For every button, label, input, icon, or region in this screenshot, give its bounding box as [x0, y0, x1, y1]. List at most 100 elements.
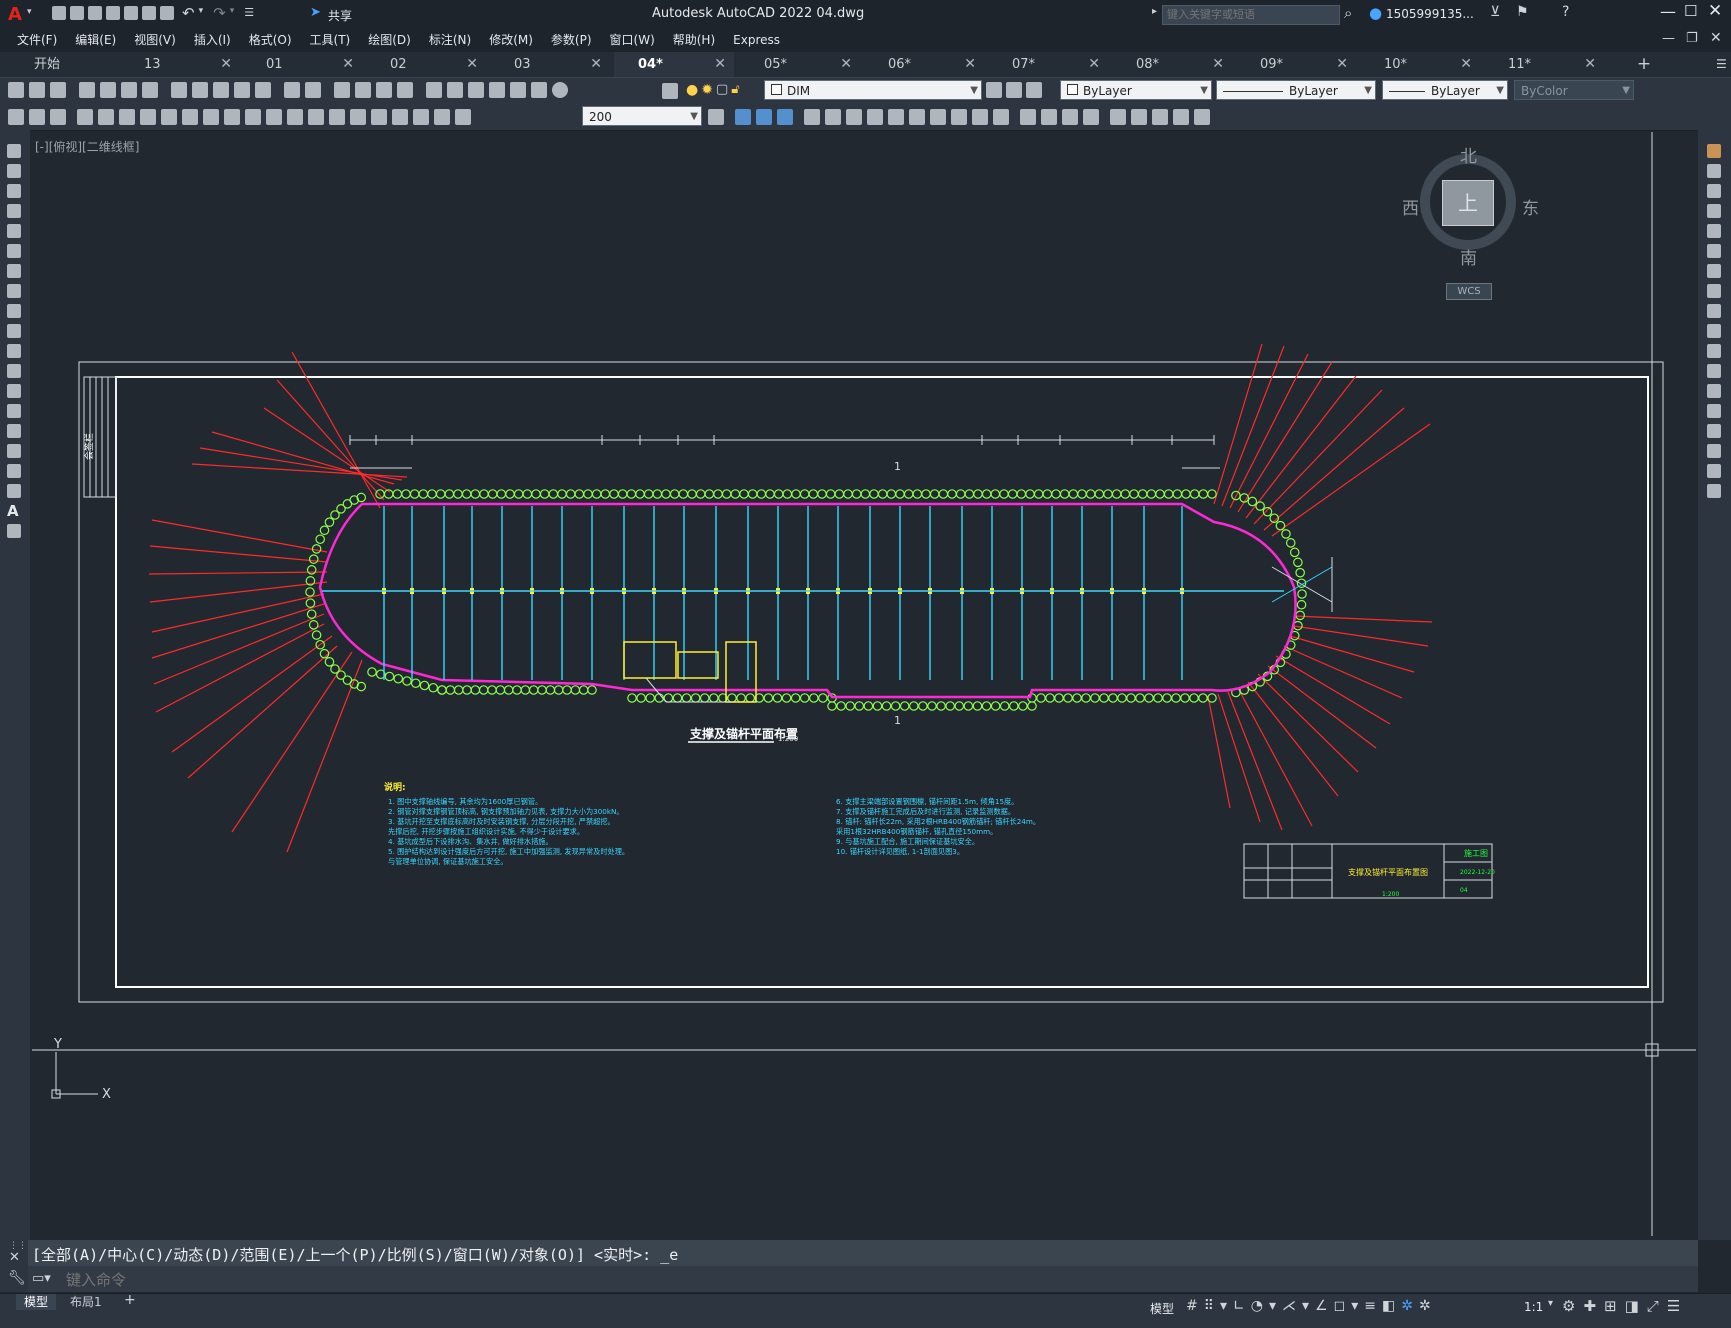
new-tab-button[interactable]: + — [1632, 52, 1656, 77]
clean-screen-icon[interactable]: ⤢ — [1647, 1297, 1659, 1315]
dim-diameter-icon[interactable] — [203, 109, 219, 125]
dim-radius-icon[interactable] — [161, 109, 177, 125]
cut-icon[interactable] — [171, 82, 187, 98]
ortho-icon[interactable]: ∟ — [1233, 1298, 1245, 1314]
help-toolbar-icon[interactable] — [552, 82, 568, 98]
xref-icon[interactable] — [1194, 109, 1210, 125]
mirror-right-icon[interactable] — [1707, 184, 1721, 198]
dim-ordinate-icon[interactable] — [140, 109, 156, 125]
viewcube-face-top[interactable]: 上 — [1442, 180, 1494, 226]
autodesk-app-icon[interactable]: ⚑ — [1516, 4, 1529, 20]
array-right-icon[interactable] — [1707, 224, 1721, 238]
menu-item[interactable]: 窗口(W) — [601, 28, 664, 52]
annotation-scale-dropdown-icon[interactable]: ▾ — [1548, 1298, 1553, 1309]
customize-qat-icon[interactable]: ☰ — [244, 6, 254, 20]
file-tab[interactable]: 05* ✕ — [740, 52, 860, 77]
plot-icon[interactable] — [160, 6, 174, 20]
dim-baseline-icon[interactable] — [266, 109, 282, 125]
viewcube-west[interactable]: 西 — [1402, 194, 1419, 219]
explode-icon[interactable] — [1020, 109, 1036, 125]
offset-icon[interactable] — [777, 109, 793, 125]
lineweight-icon[interactable]: ≡ — [1364, 1298, 1376, 1314]
command-prompt-icon[interactable]: ▭▾ — [32, 1271, 51, 1286]
blend-curves-icon[interactable] — [1707, 464, 1721, 478]
layer-match-icon[interactable] — [1006, 82, 1022, 98]
minimize-button[interactable]: — — [1660, 2, 1676, 21]
dim-edit-icon[interactable] — [434, 109, 450, 125]
pan-icon[interactable] — [334, 82, 350, 98]
dim-text-edit-icon[interactable] — [455, 109, 471, 125]
menu-item[interactable]: 插入(I) — [185, 28, 240, 52]
scale-icon[interactable] — [846, 109, 862, 125]
ungroup-icon[interactable] — [1173, 109, 1189, 125]
dim-continue-icon[interactable] — [287, 109, 303, 125]
command-input[interactable] — [64, 1268, 1668, 1292]
file-tab[interactable]: 02 ✕ — [366, 52, 486, 77]
zoom-realtime-icon[interactable] — [355, 82, 371, 98]
offset-right-icon[interactable] — [1707, 204, 1721, 218]
plotstyle-dropdown[interactable]: ByColor ▼ — [1514, 80, 1634, 100]
osnap-tracking-icon[interactable]: ∠ — [1315, 1298, 1328, 1314]
undo-dropdown-icon[interactable]: ▾ — [199, 6, 204, 20]
maximize-button[interactable]: ☐ — [1684, 2, 1697, 20]
arc-icon[interactable] — [7, 244, 21, 258]
save-as-icon[interactable] — [106, 6, 120, 20]
open-icon[interactable] — [29, 82, 45, 98]
user-account[interactable]: 1505999135... — [1386, 7, 1474, 21]
dim-aligned-icon[interactable] — [98, 109, 114, 125]
polar-dropdown-icon[interactable]: ▾ — [1269, 1298, 1276, 1314]
viewcube-south[interactable]: 南 — [1460, 244, 1477, 269]
plot-toolbar-icon[interactable] — [79, 82, 95, 98]
menu-item[interactable]: Express — [724, 28, 789, 52]
extend-right-icon[interactable] — [1707, 344, 1721, 358]
menu-item[interactable]: 视图(V) — [125, 28, 185, 52]
gradient-icon[interactable] — [7, 444, 21, 458]
close-tab-icon[interactable]: ✕ — [964, 52, 976, 77]
polygon-icon[interactable] — [7, 204, 21, 218]
paste-icon[interactable] — [213, 82, 229, 98]
snap-icon[interactable]: ⠿ — [1204, 1298, 1214, 1314]
dimstyle-icon[interactable] — [8, 109, 24, 125]
open-web-icon[interactable] — [124, 6, 138, 20]
wrench-icon[interactable]: 🔧︎ — [8, 1270, 26, 1286]
search-input[interactable] — [1163, 6, 1337, 22]
insert-block-icon[interactable] — [1110, 109, 1126, 125]
file-tab[interactable]: 10* ✕ — [1360, 52, 1480, 77]
dim-jogged-icon[interactable] — [182, 109, 198, 125]
doc-minimize-button[interactable]: — — [1662, 31, 1675, 46]
wcs-menu[interactable]: WCS — [1446, 283, 1492, 300]
dim-space-icon[interactable] — [308, 109, 324, 125]
properties-icon[interactable] — [426, 82, 442, 98]
tab-list-icon[interactable]: ☰ — [1716, 52, 1727, 77]
undo-toolbar-icon[interactable] — [284, 82, 300, 98]
help-icon[interactable]: ? — [1562, 4, 1569, 20]
undo-icon[interactable]: ↶ — [182, 6, 195, 21]
layer-lock-icon[interactable]: 🔓︎ — [731, 82, 739, 98]
file-tab[interactable]: 开始 — [0, 52, 112, 77]
quickcalc-icon[interactable] — [531, 82, 547, 98]
menu-item[interactable]: 修改(M) — [480, 28, 542, 52]
chamfer-right-icon[interactable] — [1707, 424, 1721, 438]
chamfer-icon[interactable] — [972, 109, 988, 125]
layer-previous-icon[interactable] — [1026, 82, 1042, 98]
layout-tab[interactable]: 布局1 — [62, 1294, 110, 1310]
scale-right-icon[interactable] — [1707, 284, 1721, 298]
rotate-right-icon[interactable] — [1707, 264, 1721, 278]
close-tab-icon[interactable]: ✕ — [1212, 52, 1224, 77]
table-icon[interactable] — [7, 484, 21, 498]
array-icon[interactable] — [756, 109, 772, 125]
polyline-icon[interactable] — [7, 184, 21, 198]
snap-dropdown-icon[interactable]: ▾ — [1220, 1298, 1227, 1314]
rectangle-icon[interactable] — [7, 224, 21, 238]
copy-right-icon[interactable] — [1707, 164, 1721, 178]
share-button[interactable]: 共享 — [328, 7, 352, 24]
spline-icon[interactable] — [7, 304, 21, 318]
mtext-icon[interactable]: A — [7, 504, 21, 519]
isolate-icon[interactable]: ◨ — [1625, 1297, 1639, 1315]
menu-item[interactable]: 参数(P) — [542, 28, 601, 52]
construction-line-icon[interactable] — [7, 164, 21, 178]
search-icon[interactable]: ⌕ — [1344, 4, 1352, 22]
isodraft-icon[interactable]: ⋌ — [1282, 1298, 1296, 1314]
zoom-window-icon[interactable] — [376, 82, 392, 98]
redo-toolbar-icon[interactable] — [305, 82, 321, 98]
